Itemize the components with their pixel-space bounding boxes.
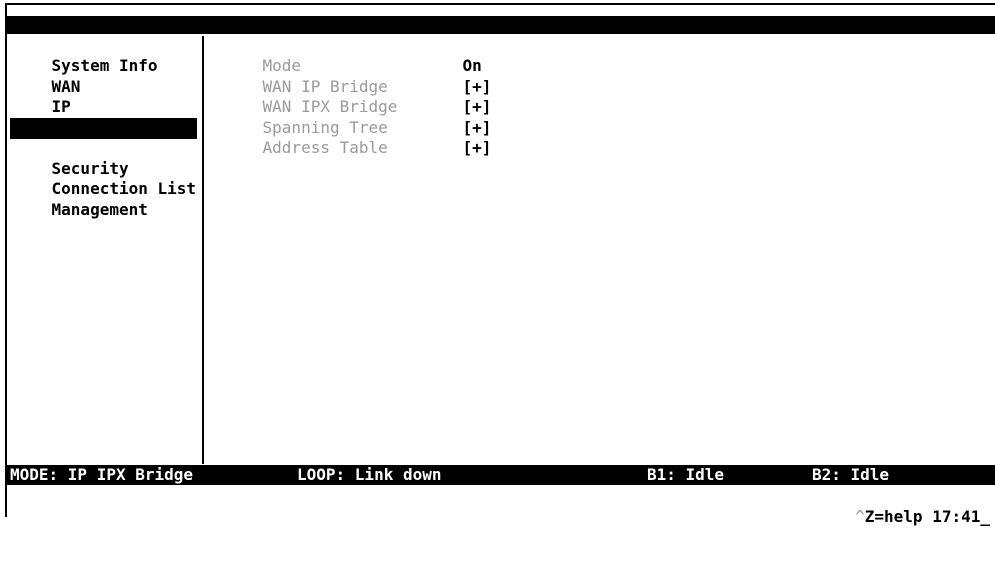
expand-toggle[interactable]: [+]	[463, 118, 492, 138]
sidebar-item-label: WAN	[51, 76, 81, 96]
sidebar-menu: System Info WAN IP IPX Bridge Security C…	[10, 36, 204, 219]
title-bar: Express L128T/Configuration/Bridge	[7, 16, 995, 52]
expand-toggle[interactable]: [+]	[463, 97, 492, 117]
status-b1: B1: Idle	[647, 465, 725, 484]
setting-label: Spanning Tree	[262, 117, 388, 137]
expand-toggle[interactable]: [+]	[463, 138, 492, 158]
sidebar-item-label: Connection List	[51, 179, 197, 198]
setting-value: On	[462, 56, 482, 75]
sidebar-item-system-info[interactable]: System Info	[10, 36, 204, 75]
panel-divider	[202, 36, 204, 464]
status-b2: B2: Idle	[812, 465, 890, 484]
sidebar-item-label: IPX	[51, 117, 81, 137]
setting-label: Address Table	[262, 138, 388, 157]
setting-mode[interactable]: Mode On	[224, 36, 491, 75]
bridge-settings-panel: Mode On WAN IP Bridge [+] WAN IPX Bridge [+…	[224, 36, 492, 157]
setting-label: WAN IPX Bridge	[262, 97, 398, 116]
sidebar-item-label: Security	[51, 158, 129, 178]
setting-label: WAN IP Bridge	[262, 76, 388, 96]
expand-toggle[interactable]: [+]	[463, 77, 492, 97]
setting-label: Mode	[262, 56, 302, 75]
sidebar-item-label: IP	[51, 97, 71, 116]
help-hint: ^Z=help 17:41_	[836, 487, 990, 526]
sidebar-item-label: Bridge	[51, 138, 110, 157]
status-loop: LOOP: Link down	[297, 465, 442, 484]
status-bar: MODE: IP IPX Bridge LOOP: Link down B1: …	[7, 465, 995, 485]
sidebar-item-label: System Info	[51, 56, 158, 75]
sidebar-item-label: Management	[51, 199, 148, 219]
status-mode: MODE: IP IPX Bridge	[10, 465, 194, 484]
